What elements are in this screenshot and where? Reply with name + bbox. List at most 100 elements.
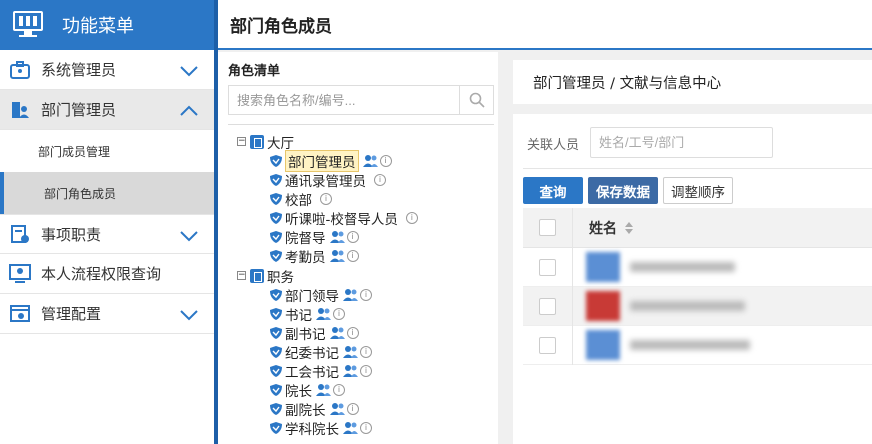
sidebar-item-label: 部门管理员: [41, 101, 117, 119]
tree-node-role[interactable]: 纪委书记 i: [269, 342, 372, 362]
sidebar-item-label: 管理配置: [41, 305, 102, 323]
shield-icon: [270, 383, 282, 396]
sidebar-subitem-label: 部门成员管理: [38, 144, 111, 159]
info-icon[interactable]: i: [333, 307, 345, 320]
tree-node-role[interactable]: 院督导 i: [269, 227, 359, 247]
tree-node-role[interactable]: 学科院长 i: [269, 418, 372, 438]
tree-node-role[interactable]: 部门领导 i: [269, 285, 372, 305]
info-icon[interactable]: i: [405, 211, 418, 224]
people-icon[interactable]: [329, 230, 345, 243]
people-icon[interactable]: [329, 402, 345, 415]
sidebar-subitem-dept-role-members[interactable]: 部门角色成员: [0, 172, 214, 214]
tree-node-role[interactable]: 部门管理员 i: [269, 149, 392, 172]
members-table: 姓名: [523, 207, 872, 365]
page-header: 部门角色成员: [218, 0, 872, 50]
info-icon[interactable]: i: [360, 288, 372, 301]
row-checkbox[interactable]: [539, 336, 556, 354]
divider: [523, 168, 872, 169]
collapse-toggle-icon[interactable]: −: [237, 137, 246, 146]
people-icon[interactable]: [343, 364, 358, 377]
column-header-name[interactable]: 姓名: [589, 218, 617, 238]
shield-icon: [270, 326, 282, 339]
people-icon[interactable]: [316, 383, 331, 396]
sidebar-item-label: 系统管理员: [41, 61, 117, 79]
info-icon[interactable]: i: [346, 326, 359, 339]
sidebar-item-permission-query[interactable]: 本人流程权限查询: [0, 254, 214, 294]
sidebar-subitem-label: 部门角色成员: [44, 186, 117, 201]
building-icon: [250, 134, 264, 149]
people-icon[interactable]: [329, 326, 345, 339]
row-checkbox[interactable]: [539, 297, 556, 315]
detail-panel: 关联人员 查询 保存数据 调整顺序 姓名: [513, 114, 872, 444]
info-icon[interactable]: i: [360, 345, 372, 358]
tree-node-role[interactable]: 考勤员 i: [269, 246, 359, 266]
sidebar-item-system-admin[interactable]: 系统管理员: [0, 50, 214, 90]
row-checkbox-cell: [523, 286, 573, 326]
sidebar-item-duties[interactable]: 事项职责: [0, 214, 214, 254]
shield-icon: [270, 230, 282, 243]
sidebar: 功能菜单 系统管理员 部门管理员 部门成员管理 部门角色成员 事项职责 本人流程…: [0, 0, 214, 444]
info-icon[interactable]: i: [320, 192, 332, 205]
breadcrumb: 部门管理员 / 文献与信息中心: [533, 75, 722, 92]
avatar: [586, 252, 620, 282]
monitor-user-icon: [9, 263, 31, 285]
tree-node-role[interactable]: 工会书记 i: [269, 361, 372, 381]
tree-node-label: 工会书记: [285, 364, 339, 381]
user-building-icon: [9, 99, 31, 121]
tree-node-label: 学科院长: [285, 421, 339, 438]
sidebar-item-dept-admin[interactable]: 部门管理员: [0, 90, 214, 130]
reorder-button[interactable]: 调整顺序: [663, 177, 733, 204]
shield-icon: [270, 154, 282, 167]
tree-node-positions[interactable]: − 职务: [237, 266, 294, 286]
tree-node-label: 考勤员: [285, 249, 326, 266]
info-icon[interactable]: i: [360, 421, 372, 434]
chevron-down-icon: [180, 227, 198, 242]
sidebar-subitem-dept-members[interactable]: 部门成员管理: [0, 130, 214, 172]
tree-node-role[interactable]: 副书记 i: [269, 323, 359, 343]
people-icon[interactable]: [343, 288, 358, 301]
search-icon[interactable]: [459, 86, 493, 114]
save-button[interactable]: 保存数据: [588, 177, 658, 204]
tree-node-role[interactable]: 听课啦-校督导人员 i: [269, 208, 418, 228]
info-icon[interactable]: i: [346, 402, 359, 415]
table-row[interactable]: [523, 247, 872, 287]
sort-icon[interactable]: [625, 221, 633, 234]
sidebar-header: 功能菜单: [0, 0, 214, 50]
divider: [228, 124, 494, 125]
redacted-name: [630, 301, 745, 311]
tree-node-role[interactable]: 书记 i: [269, 304, 345, 324]
shield-icon: [270, 192, 282, 205]
people-icon[interactable]: [343, 421, 358, 434]
sidebar-item-config[interactable]: 管理配置: [0, 294, 214, 334]
people-icon[interactable]: [362, 154, 378, 167]
row-checkbox[interactable]: [539, 258, 556, 276]
tree-node-label: 书记: [285, 307, 312, 324]
people-icon[interactable]: [343, 345, 358, 358]
tree-node-role[interactable]: 院长 i: [269, 380, 345, 400]
select-all-checkbox[interactable]: [539, 219, 556, 236]
tree-node-role[interactable]: 副院长 i: [269, 399, 359, 419]
tree-node-role[interactable]: 通讯录管理员 i: [269, 170, 386, 190]
info-icon[interactable]: i: [346, 230, 359, 243]
people-icon[interactable]: [329, 249, 345, 262]
people-icon[interactable]: [316, 307, 331, 320]
query-button[interactable]: 查询: [523, 177, 583, 204]
info-icon[interactable]: i: [374, 173, 386, 186]
filter-label: 关联人员: [527, 138, 580, 153]
member-filter-input[interactable]: [591, 128, 772, 157]
tree-node-label: 副书记: [285, 326, 326, 343]
shield-icon: [270, 421, 282, 434]
info-icon[interactable]: i: [346, 249, 359, 262]
tree-node-label: 通讯录管理员: [285, 173, 366, 190]
role-search-input[interactable]: [229, 86, 457, 114]
shield-icon: [270, 402, 282, 415]
collapse-toggle-icon[interactable]: −: [237, 271, 246, 280]
info-icon[interactable]: i: [360, 364, 372, 377]
info-icon[interactable]: i: [379, 154, 392, 167]
table-row[interactable]: [523, 286, 872, 326]
table-row[interactable]: [523, 325, 872, 365]
tree-node-hall[interactable]: − 大厅: [237, 132, 294, 152]
chevron-down-icon: [180, 62, 198, 77]
tree-node-role[interactable]: 校部 i: [269, 189, 332, 209]
info-icon[interactable]: i: [333, 383, 345, 396]
